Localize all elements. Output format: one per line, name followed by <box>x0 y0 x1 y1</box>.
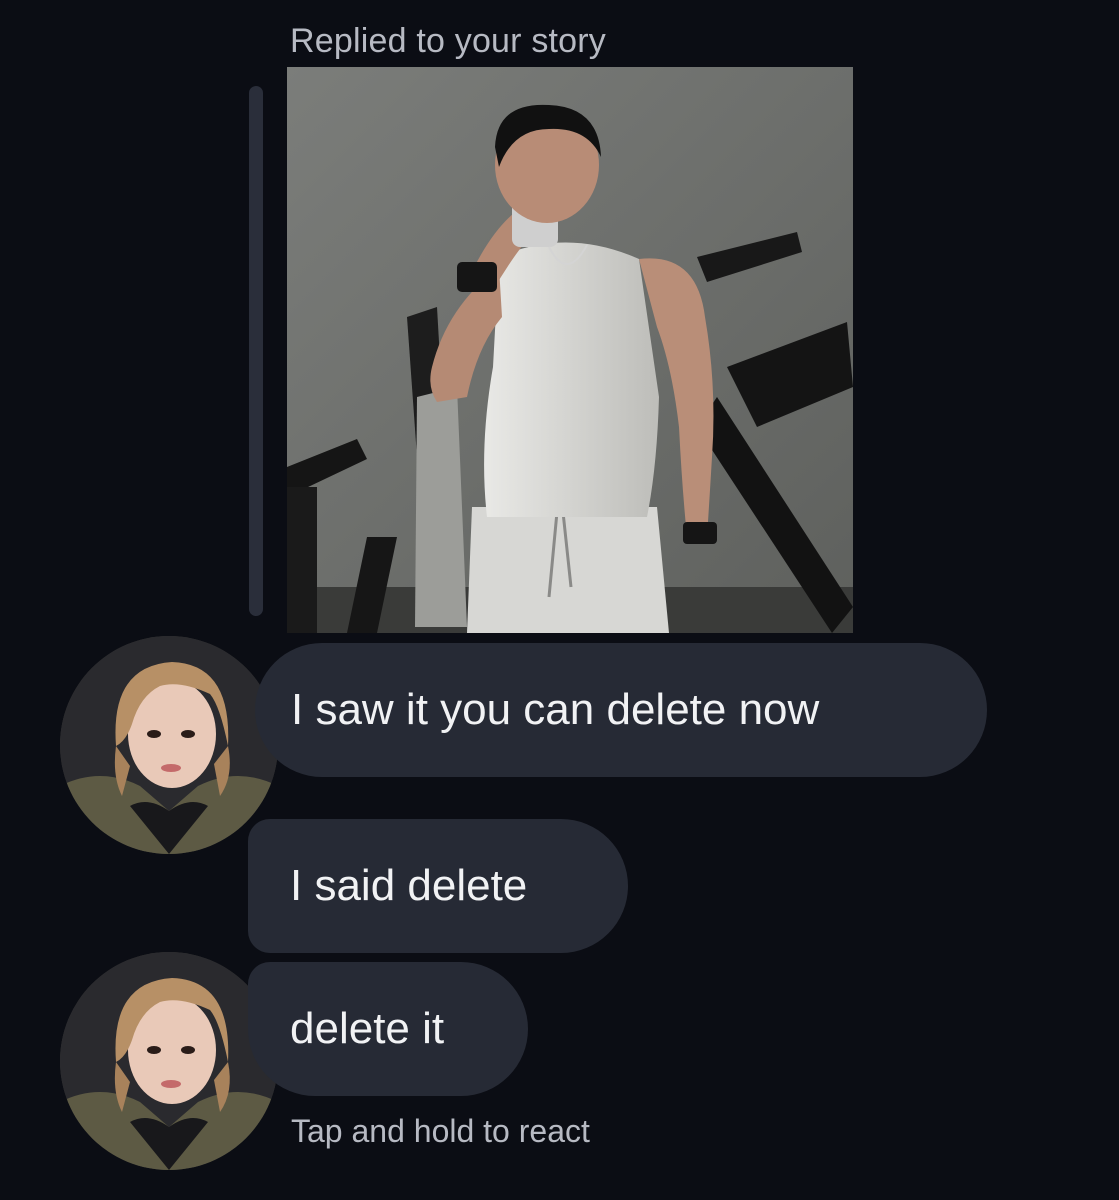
message-bubble[interactable]: I saw it you can delete now <box>255 643 987 777</box>
story-photo[interactable] <box>287 67 853 633</box>
message-text: delete it <box>290 1004 445 1053</box>
story-reply-label: Replied to your story <box>290 22 607 60</box>
message-text: I saw it you can delete now <box>291 685 820 734</box>
message-bubble[interactable]: delete it <box>248 962 528 1096</box>
message-bubble[interactable]: I said delete <box>248 819 628 953</box>
sender-avatar[interactable] <box>60 952 278 1170</box>
message-text: I said delete <box>290 861 528 910</box>
reply-indicator-bar <box>249 86 263 616</box>
react-hint: Tap and hold to react <box>291 1113 590 1149</box>
sender-avatar[interactable] <box>60 636 278 854</box>
